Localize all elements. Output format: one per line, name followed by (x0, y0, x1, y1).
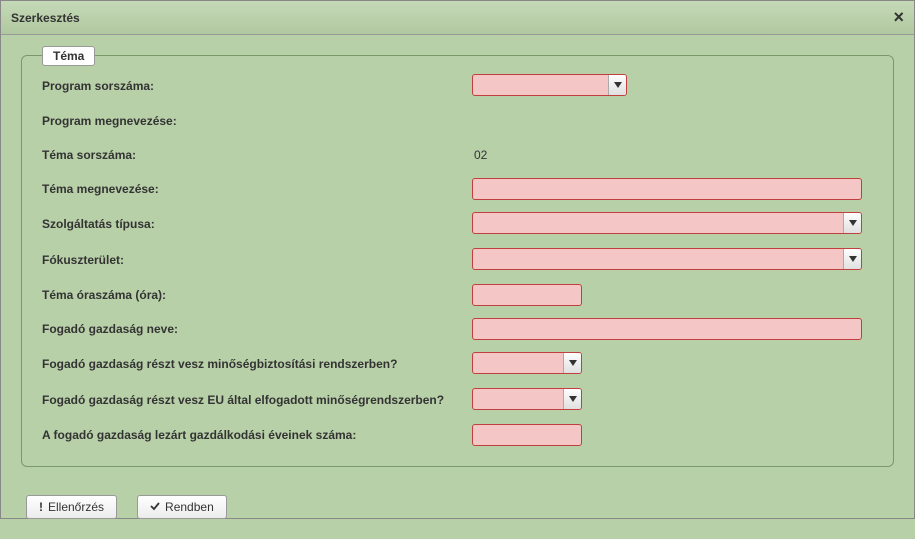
dialog-body: Téma Program sorszáma: Program megnevezé… (1, 35, 914, 539)
chevron-down-icon[interactable] (563, 353, 581, 373)
chevron-down-icon[interactable] (843, 213, 861, 233)
select-szolgaltatas-tipusa[interactable] (472, 212, 862, 234)
label-program-megnevezese: Program megnevezése: (42, 114, 472, 128)
chevron-down-icon[interactable] (843, 249, 861, 269)
label-fokuszterulet: Fókuszterület: (42, 253, 472, 267)
dialog-header: Szerkesztés × (1, 1, 914, 35)
label-tema-sorszama: Téma sorszáma: (42, 148, 472, 162)
select-value (473, 389, 563, 409)
chevron-down-icon[interactable] (563, 389, 581, 409)
label-fogado-minosegbiztositasi: Fogadó gazdaság részt vesz minőségbiztos… (42, 357, 472, 371)
input-fogado-gazdasag-neve[interactable] (472, 318, 862, 340)
input-lezart-evek[interactable] (472, 424, 582, 446)
row-fokuszterulet: Fókuszterület: (42, 248, 873, 272)
select-value (473, 213, 843, 233)
input-tema-oraszama[interactable] (472, 284, 582, 306)
label-fogado-eu-minoseg: Fogadó gazdaság részt vesz EU által elfo… (42, 393, 472, 407)
label-tema-megnevezese: Téma megnevezése: (42, 182, 472, 196)
label-szolgaltatas-tipusa: Szolgáltatás típusa: (42, 217, 472, 231)
edit-dialog: Szerkesztés × Téma Program sorszáma: Pro… (0, 0, 915, 519)
label-fogado-gazdasag-neve: Fogadó gazdaság neve: (42, 322, 472, 336)
row-fogado-eu-minoseg: Fogadó gazdaság részt vesz EU által elfo… (42, 388, 873, 412)
ellenorzes-button[interactable]: ! Ellenőrzés (26, 495, 117, 519)
exclaim-icon: ! (39, 500, 43, 514)
row-fogado-gazdasag-neve: Fogadó gazdaság neve: (42, 318, 873, 340)
close-icon[interactable]: × (893, 7, 904, 28)
row-tema-megnevezese: Téma megnevezése: (42, 178, 873, 200)
row-lezart-evek: A fogadó gazdaság lezárt gazdálkodási év… (42, 424, 873, 446)
row-fogado-minosegbiztositasi: Fogadó gazdaság részt vesz minőségbiztos… (42, 352, 873, 376)
rendben-label: Rendben (165, 500, 214, 514)
select-fokuszterulet[interactable] (472, 248, 862, 270)
select-program-sorszama[interactable] (472, 74, 627, 96)
row-program-megnevezese: Program megnevezése: (42, 110, 873, 132)
row-tema-sorszama: Téma sorszáma: 02 (42, 144, 873, 166)
select-fogado-eu-minoseg[interactable] (472, 388, 582, 410)
label-tema-oraszama: Téma óraszáma (óra): (42, 288, 472, 302)
input-tema-megnevezese[interactable] (472, 178, 862, 200)
row-tema-oraszama: Téma óraszáma (óra): (42, 284, 873, 306)
label-program-sorszama: Program sorszáma: (42, 79, 472, 93)
select-value (473, 353, 563, 373)
select-value (473, 249, 843, 269)
ellenorzes-label: Ellenőrzés (48, 500, 104, 514)
button-bar: ! Ellenőrzés Rendben (21, 495, 894, 519)
tema-fieldset: Téma Program sorszáma: Program megnevezé… (21, 55, 894, 467)
fieldset-legend: Téma (42, 46, 95, 66)
rendben-button[interactable]: Rendben (137, 495, 227, 519)
chevron-down-icon[interactable] (608, 75, 626, 95)
select-value (473, 75, 608, 95)
check-icon (150, 500, 160, 514)
label-lezart-evek: A fogadó gazdaság lezárt gazdálkodási év… (42, 428, 472, 442)
row-szolgaltatas-tipusa: Szolgáltatás típusa: (42, 212, 873, 236)
row-program-sorszama: Program sorszáma: (42, 74, 873, 98)
dialog-title: Szerkesztés (11, 11, 80, 25)
select-fogado-minosegbiztositasi[interactable] (472, 352, 582, 374)
value-tema-sorszama: 02 (472, 148, 487, 162)
